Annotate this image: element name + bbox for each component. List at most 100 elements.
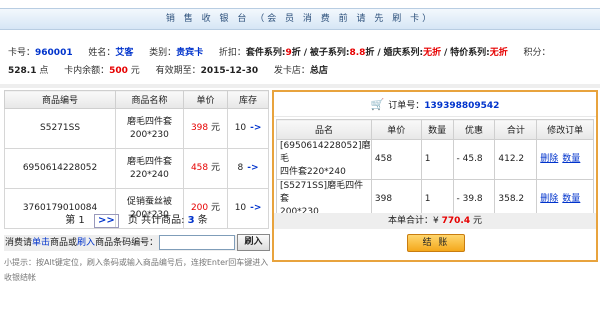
price-unit: 元 [211, 163, 221, 173]
discount-series-3-label: 婚庆系列: [383, 48, 424, 58]
order-item-name-line: [S5271SS]磨毛四件套 [280, 181, 364, 204]
page-title: 销 售 收 银 台 （会 员 消 费 前 请 先 刷 卡） [165, 14, 435, 24]
total-count: 3 [187, 215, 195, 226]
member-info: 卡号：960001 姓名：艾客 类别：贵宾卡 折扣：套件系列:9折 / 被子系列… [8, 44, 596, 80]
discount-label: 折扣： [218, 48, 246, 58]
product-size: 220*240 [130, 169, 169, 180]
product-code: S5271SS [3, 108, 117, 149]
product-name-line[interactable]: 磨毛四件套 [127, 117, 172, 127]
discount-series-3-value: 无折 [423, 48, 442, 58]
product-price: 398 元 [182, 108, 229, 149]
order-item-discount: - 45.8 [452, 139, 496, 180]
product-name-line[interactable]: 磨毛四件套 [127, 157, 172, 167]
order-total-unit: 元 [472, 216, 482, 226]
issuer-label: 发卡店： [273, 66, 310, 76]
card-label: 卡号： [8, 48, 36, 58]
order-number-label: 订单号： [388, 101, 425, 111]
order-item-price: 458 [370, 139, 422, 180]
order-header-discount: 优惠 [452, 119, 496, 140]
balance-label: 卡内余额： [64, 66, 110, 76]
member-info-line-2: 528.1 点 卡内余额：500 元 有效期至：2015-12-30 发卡店：总… [8, 62, 596, 80]
product-code: 6950614228052 [3, 148, 117, 189]
quantity-link[interactable]: 数量 [562, 154, 580, 164]
barcode-scan-row: 消费请单击商品或刷入商品条码编号： 刷入 [4, 234, 270, 251]
scan-label-click: 单击 [32, 238, 51, 248]
delete-link[interactable]: 删除 [540, 154, 558, 164]
product-name[interactable]: 磨毛四件套 200*230 [115, 108, 184, 149]
balance-unit: 元 [130, 66, 140, 76]
points-value: 528.1 [8, 66, 37, 76]
order-item-actions: 删除 数量 [536, 139, 594, 180]
stock-value: 8 [237, 163, 244, 173]
product-price: 458 元 [182, 148, 229, 189]
product-row[interactable]: 6950614228052 磨毛四件套 220*240 458 元 8 -> [3, 148, 269, 189]
order-header-name: 品名 [276, 119, 372, 140]
issuer-store: 总店 [309, 66, 328, 76]
product-name[interactable]: 磨毛四件套 220*240 [115, 148, 184, 189]
discount-series-1-unit: 折 [291, 48, 301, 58]
price-value: 398 [190, 123, 209, 133]
order-number: 139398809542 [424, 101, 500, 111]
product-name-line[interactable]: 促销蚕丝被 [127, 197, 172, 207]
order-panel: 🛒 订单号：139398809542 品名 单价 数量 优惠 合计 修改订单 [6… [272, 90, 598, 262]
order-total-label: 本单合计：¥ [388, 216, 439, 226]
pagination: 第 1 >> 页 共计商品: 3 条 [4, 211, 269, 228]
discount-series-4-label: 特价系列: [450, 48, 490, 58]
scan-label-suffix: 商品条码编号： [95, 238, 159, 248]
order-table: 品名 单价 数量 优惠 合计 修改订单 [6950614228052]磨毛 四件套… [276, 119, 594, 220]
discount-series-2-unit: 折 [365, 48, 375, 58]
discount-series-2-label: 被子系列: [309, 48, 350, 58]
member-info-line-1: 卡号：960001 姓名：艾客 类别：贵宾卡 折扣：套件系列:9折 / 被子系列… [8, 48, 551, 58]
discount-series-1-label: 套件系列: [245, 48, 286, 58]
price-unit: 元 [211, 123, 221, 133]
total-unit: 条 [197, 215, 208, 226]
order-header: 🛒 订单号：139398809542 [274, 92, 596, 117]
scan-label-swipe: 刷入 [77, 238, 96, 248]
swipe-in-button[interactable]: 刷入 [237, 234, 270, 251]
divider [0, 84, 600, 88]
product-stock: 10 -> [227, 108, 269, 149]
cart-icon: 🛒 [370, 98, 385, 111]
product-table: 商品编号 商品名称 单价 库存 S5271SS 磨毛四件套 200*230 398… [3, 90, 269, 229]
quantity-link[interactable]: 数量 [562, 194, 580, 204]
column-header-stock: 库存 [227, 90, 269, 109]
order-item-name-line: [6950614228052]磨毛 [280, 141, 371, 164]
add-to-order-arrow-icon[interactable]: -> [247, 163, 258, 173]
next-page-button[interactable]: >> [93, 214, 119, 228]
discount-series-4-value: 无折 [489, 48, 508, 58]
points-label: 积分： [523, 48, 551, 58]
card-number: 960001 [35, 48, 73, 58]
current-page: 第 1 [65, 215, 85, 226]
order-row: [6950614228052]磨毛四件套220*240 458 1 - 45.8… [276, 139, 594, 180]
order-item-size: 四件套220*240 [280, 167, 346, 177]
add-to-order-arrow-icon[interactable]: -> [250, 123, 261, 133]
discount-series-2-value: 8.8 [349, 48, 366, 58]
column-header-price: 单价 [182, 90, 229, 109]
balance-value: 500 [109, 66, 128, 76]
product-stock: 8 -> [227, 148, 269, 189]
column-header-name: 商品名称 [115, 90, 184, 109]
order-item-qty: 1 [420, 139, 454, 180]
total-label: 页 共计商品: [127, 215, 185, 226]
order-header-price: 单价 [370, 119, 422, 140]
column-header-code: 商品编号 [3, 90, 117, 109]
points-unit: 点 [39, 66, 49, 76]
barcode-input[interactable] [159, 235, 235, 250]
price-value: 458 [190, 163, 209, 173]
stock-value: 10 [234, 123, 247, 133]
order-item-name: [6950614228052]磨毛四件套220*240 [276, 139, 372, 180]
member-type: 贵宾卡 [176, 48, 204, 58]
checkout-button[interactable]: 结 账 [407, 234, 465, 252]
member-name: 艾客 [115, 48, 134, 58]
order-total: 本单合计：¥ 770.4 元 [274, 213, 596, 229]
delete-link[interactable]: 删除 [540, 194, 558, 204]
order-header-qty: 数量 [420, 119, 454, 140]
order-total-amount: 770.4 [441, 216, 471, 226]
expiry-label: 有效期至： [155, 66, 201, 76]
order-item-subtotal: 412.2 [494, 139, 538, 180]
product-size: 200*230 [130, 129, 169, 140]
order-header-edit: 修改订单 [536, 119, 594, 140]
type-label: 类别： [149, 48, 177, 58]
name-label: 姓名： [88, 48, 116, 58]
product-row[interactable]: S5271SS 磨毛四件套 200*230 398 元 10 -> [3, 108, 269, 149]
